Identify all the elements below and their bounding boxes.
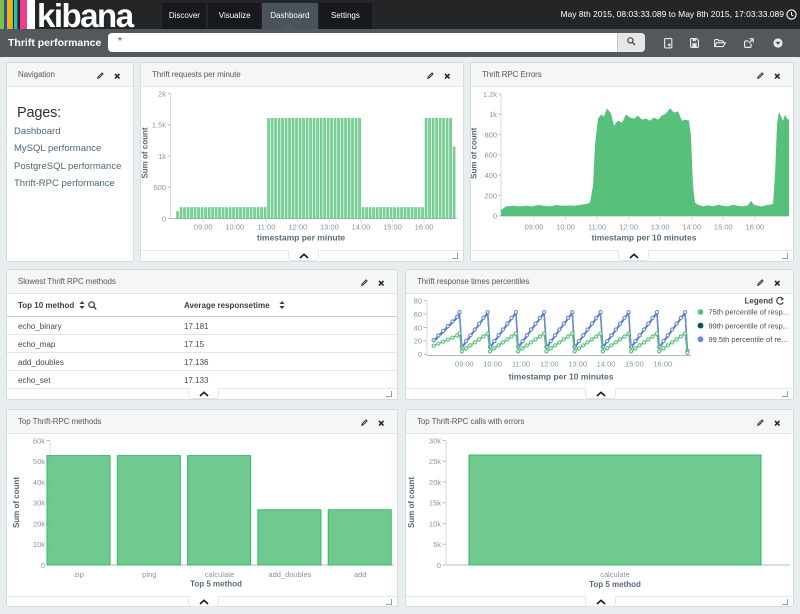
svg-text:1k: 1k xyxy=(158,152,166,161)
svg-text:30k: 30k xyxy=(33,499,45,508)
svg-text:0: 0 xyxy=(418,350,422,359)
svg-text:2k: 2k xyxy=(158,89,166,98)
svg-text:80: 80 xyxy=(414,297,422,306)
svg-text:30k: 30k xyxy=(429,436,441,445)
svg-text:09:00: 09:00 xyxy=(525,223,544,232)
svg-text:16:00: 16:00 xyxy=(653,360,672,369)
svg-text:75th percentile of resp...: 75th percentile of resp... xyxy=(709,308,789,317)
svg-text:add_doubles: add_doubles xyxy=(268,570,311,579)
svg-text:Top 5 method: Top 5 method xyxy=(589,580,641,589)
svg-text:15:00: 15:00 xyxy=(383,223,402,232)
svg-text:11:00: 11:00 xyxy=(512,360,530,369)
svg-text:11:00: 11:00 xyxy=(588,223,606,232)
svg-text:09:00: 09:00 xyxy=(194,223,213,232)
svg-text:timestamp per minute: timestamp per minute xyxy=(257,233,346,243)
svg-text:16:00: 16:00 xyxy=(415,223,434,232)
svg-text:calculate: calculate xyxy=(600,570,630,579)
svg-text:Sum of count: Sum of count xyxy=(471,127,479,178)
svg-text:12:00: 12:00 xyxy=(540,360,559,369)
svg-text:500: 500 xyxy=(153,183,166,192)
svg-text:800: 800 xyxy=(484,130,497,139)
svg-text:60k: 60k xyxy=(33,436,45,445)
svg-text:13:00: 13:00 xyxy=(320,223,339,232)
svg-text:14:00: 14:00 xyxy=(597,360,616,369)
svg-text:0: 0 xyxy=(162,214,166,223)
svg-text:11:00: 11:00 xyxy=(257,223,275,232)
svg-text:Legend: Legend xyxy=(745,297,774,306)
svg-text:10:00: 10:00 xyxy=(225,223,244,232)
svg-text:12:00: 12:00 xyxy=(288,223,307,232)
svg-text:25k: 25k xyxy=(429,457,441,466)
svg-text:1k: 1k xyxy=(489,110,497,119)
svg-text:5k: 5k xyxy=(433,540,441,549)
svg-text:99.5th percentile of re...: 99.5th percentile of re... xyxy=(709,335,788,344)
svg-text:400: 400 xyxy=(484,171,497,180)
svg-text:600: 600 xyxy=(484,151,497,160)
svg-text:20k: 20k xyxy=(429,478,441,487)
svg-text:Sum of count: Sum of count xyxy=(407,477,416,528)
svg-text:50k: 50k xyxy=(33,457,45,466)
svg-text:Sum of count: Sum of count xyxy=(141,127,150,178)
svg-text:1.5k: 1.5k xyxy=(152,121,166,130)
svg-text:0: 0 xyxy=(493,212,497,221)
svg-text:10k: 10k xyxy=(33,540,45,549)
svg-text:timestamp per 10 minutes: timestamp per 10 minutes xyxy=(509,372,614,382)
svg-text:0: 0 xyxy=(41,561,45,570)
svg-text:ping: ping xyxy=(142,570,156,579)
svg-text:zip: zip xyxy=(74,570,84,579)
svg-text:Top 5 method: Top 5 method xyxy=(190,580,242,589)
svg-text:09:00: 09:00 xyxy=(455,360,474,369)
svg-text:40k: 40k xyxy=(33,478,45,487)
svg-text:40: 40 xyxy=(414,323,422,332)
svg-text:14:00: 14:00 xyxy=(682,223,701,232)
svg-text:20: 20 xyxy=(414,337,422,346)
svg-text:20k: 20k xyxy=(33,519,45,528)
svg-text:10:00: 10:00 xyxy=(483,360,502,369)
svg-text:10k: 10k xyxy=(429,519,441,528)
svg-text:200: 200 xyxy=(484,191,497,200)
svg-text:13:00: 13:00 xyxy=(651,223,670,232)
svg-text:15:00: 15:00 xyxy=(714,223,733,232)
svg-text:15:00: 15:00 xyxy=(625,360,644,369)
svg-text:14:00: 14:00 xyxy=(352,223,371,232)
svg-text:12:00: 12:00 xyxy=(619,223,638,232)
svg-text:13:00: 13:00 xyxy=(568,360,587,369)
svg-text:99th percentile of resp...: 99th percentile of resp... xyxy=(709,321,789,330)
svg-text:10:00: 10:00 xyxy=(556,223,575,232)
svg-text:16:00: 16:00 xyxy=(745,223,764,232)
svg-text:Sum of count: Sum of count xyxy=(12,477,21,528)
svg-text:calculate: calculate xyxy=(205,570,235,579)
svg-text:60: 60 xyxy=(414,310,422,319)
svg-text:add: add xyxy=(354,570,367,579)
svg-text:0: 0 xyxy=(437,561,441,570)
svg-text:15k: 15k xyxy=(429,499,441,508)
svg-text:1.2k: 1.2k xyxy=(483,90,497,99)
svg-text:timestamp per 10 minutes: timestamp per 10 minutes xyxy=(592,233,697,243)
